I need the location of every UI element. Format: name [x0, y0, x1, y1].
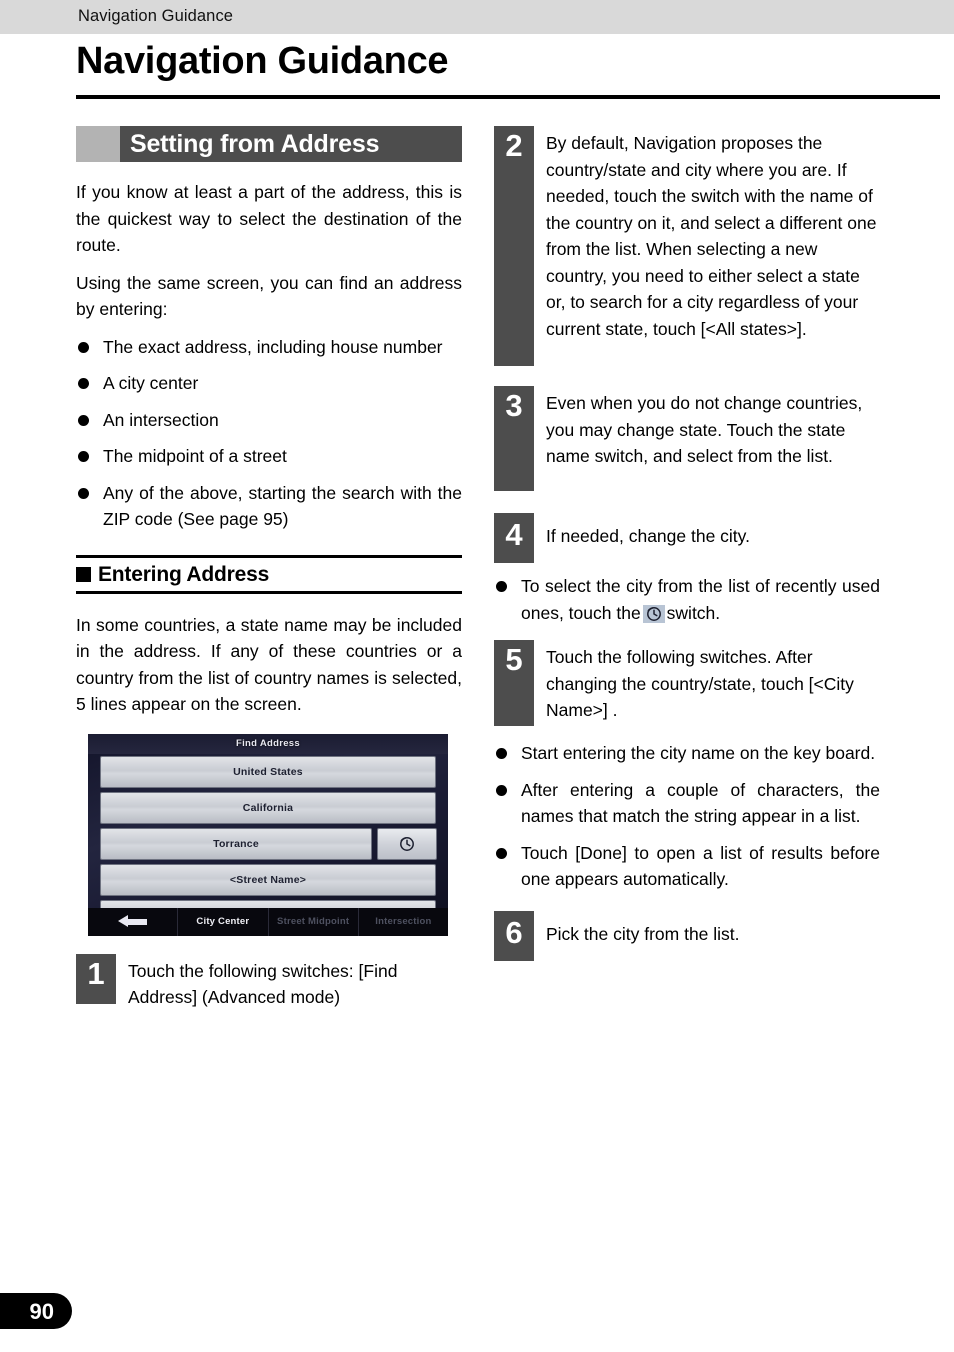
recent-clock-icon-inline — [642, 604, 665, 623]
device-row-country[interactable]: United States — [100, 755, 436, 788]
section-header-label: Setting from Address — [130, 129, 380, 158]
list-item: The midpoint of a street — [76, 443, 462, 470]
square-bullet-icon — [76, 567, 91, 582]
device-toolbar-label: City Center — [196, 916, 250, 927]
step-text: Even when you do not change countries, y… — [546, 393, 863, 466]
step-6: 6 Pick the city from the list. — [494, 910, 880, 961]
step-text: Pick the city from the list. — [546, 923, 740, 944]
right-column: 2 By default, Navigation proposes the co… — [494, 126, 880, 975]
list-item-label: The midpoint of a street — [103, 446, 287, 466]
bullet-dot-icon — [496, 784, 507, 796]
running-head-bar: Navigation Guidance — [0, 0, 954, 34]
step-4: 4 If needed, change the city. — [494, 513, 880, 563]
section-header-accent-box — [76, 126, 120, 162]
bullet-dot-icon — [78, 341, 89, 353]
device-row-label: California — [242, 801, 294, 814]
intro-paragraph-1: If you know at least a part of the addre… — [76, 182, 462, 255]
device-city-center-button[interactable]: City Center — [177, 907, 267, 936]
device-row-label: Torrance — [213, 837, 259, 850]
device-row-label: United States — [233, 765, 303, 778]
list-item-label: An intersection — [103, 409, 219, 430]
step-number-badge: 2 — [494, 126, 534, 366]
list-item: An intersection — [76, 407, 462, 434]
list-item: After entering a couple of characters, t… — [494, 777, 880, 830]
intro-paragraph-2: Using the same screen, you can find an a… — [76, 272, 462, 320]
list-item-label: Touch [Done] to open a list of results b… — [521, 842, 880, 890]
page-number-tab: 90 — [0, 1293, 72, 1329]
left-column: Setting from Address If you know at leas… — [76, 126, 462, 1025]
section-header-band: Setting from Address — [76, 126, 462, 162]
step-text: By default, Navigation proposes the coun… — [546, 133, 877, 339]
list-item: Start entering the city name on the key … — [494, 740, 880, 767]
step-number-badge: 3 — [494, 386, 534, 491]
list-item-recent-city: To select the city from the list of rece… — [494, 573, 880, 626]
step-2: 2 By default, Navigation proposes the co… — [494, 126, 880, 366]
bullet-dot-icon — [78, 378, 89, 389]
step-1: 1 Touch the following switches: [Find Ad… — [76, 953, 462, 1011]
list-item-label: Any of the above, starting the search wi… — [103, 482, 462, 530]
subsection: Entering Address — [76, 554, 462, 594]
list-item: The exact address, including house numbe… — [76, 334, 462, 361]
bullet-dot-icon — [496, 748, 507, 759]
navigation-device-screenshot: Find Address United States California To… — [88, 733, 448, 936]
page-title: Navigation Guidance — [76, 40, 449, 82]
running-head-text: Navigation Guidance — [78, 7, 234, 25]
step-text: Touch the following switches: [Find Addr… — [128, 960, 398, 1008]
device-row-state[interactable]: California — [100, 791, 436, 824]
device-row-city[interactable]: Torrance — [100, 827, 437, 860]
subsection-divider-bottom — [76, 590, 462, 594]
list-item: A city center — [76, 370, 462, 397]
list-item-label: After entering a couple of characters, t… — [521, 779, 880, 827]
bullet-dot-icon — [78, 414, 89, 426]
device-back-button[interactable] — [88, 908, 177, 936]
list-item-label: A city center — [103, 373, 199, 393]
subsection-paragraph: In some countries, a state name may be i… — [76, 614, 462, 715]
bullet-dot-icon — [78, 451, 89, 462]
step-text: If needed, change the city. — [546, 526, 750, 546]
back-arrow-icon — [117, 915, 148, 928]
page-number-label: 90 — [29, 1299, 54, 1324]
step-number-badge: 5 — [494, 640, 534, 726]
subsection-heading-label: Entering Address — [98, 562, 270, 586]
bullet-dot-icon — [496, 581, 507, 592]
device-bottom-toolbar: City Center Street Midpoint Intersection — [88, 907, 448, 936]
step-3: 3 Even when you do not change countries,… — [494, 386, 880, 491]
list-item-label: The exact address, including house numbe… — [103, 336, 443, 357]
recent-clock-icon-button[interactable] — [377, 827, 437, 860]
recent-clock-icon — [400, 836, 414, 851]
list-item-label: Start entering the city name on the key … — [521, 743, 876, 763]
step-text: Touch the following switches. After chan… — [546, 647, 854, 720]
bullet-dot-icon — [78, 487, 89, 499]
device-row-label: <Street Name> — [229, 873, 307, 886]
device-toolbar-label: Street Midpoint — [277, 916, 350, 927]
device-toolbar-label: Intersection — [375, 916, 432, 927]
title-divider — [76, 95, 940, 99]
device-intersection-button[interactable]: Intersection — [357, 907, 448, 936]
bullet-dot-icon — [496, 847, 507, 859]
list-item-label-part2: switch. — [666, 602, 721, 623]
step-5: 5 Touch the following switches. After ch… — [494, 640, 880, 726]
device-screen-title: Find Address — [88, 733, 448, 754]
list-item: Any of the above, starting the search wi… — [76, 480, 462, 533]
section-header-label-wrap: Setting from Address — [120, 126, 462, 162]
device-row-street-name[interactable]: <Street Name> — [100, 863, 436, 896]
list-item: Touch [Done] to open a list of results b… — [494, 840, 880, 893]
subsection-heading: Entering Address — [76, 558, 462, 591]
step-number-badge: 1 — [76, 953, 116, 1004]
step-number-badge: 4 — [494, 513, 534, 563]
device-street-midpoint-button[interactable]: Street Midpoint — [267, 907, 358, 936]
step-number-badge: 6 — [494, 910, 534, 961]
